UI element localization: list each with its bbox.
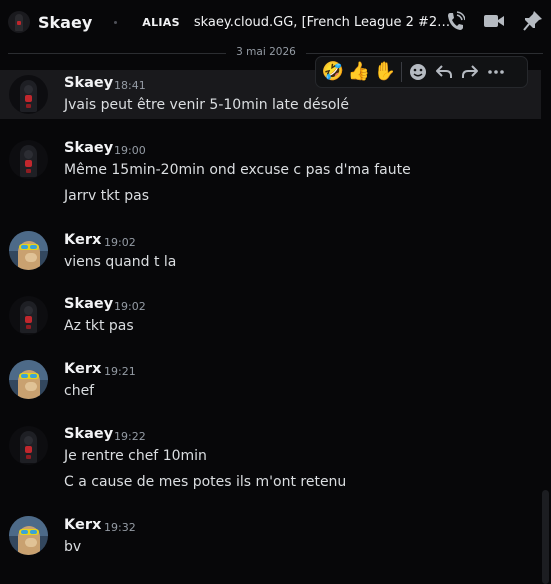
message-timestamp: 18:41 <box>114 79 146 92</box>
toolbar-divider <box>401 62 402 82</box>
avatar[interactable] <box>9 360 48 399</box>
message-author[interactable]: Kerx <box>64 517 101 533</box>
message-group[interactable]: Skaey 19:02 Az tkt pas <box>0 291 541 340</box>
call-icon[interactable] <box>445 10 465 32</box>
forward-icon[interactable] <box>457 59 483 85</box>
message-timestamp: 19:21 <box>104 365 136 378</box>
message-text: viens quand t la <box>64 254 177 270</box>
avatar[interactable] <box>9 426 48 465</box>
avatar[interactable] <box>9 231 48 270</box>
pin-icon[interactable] <box>523 10 543 32</box>
avatar[interactable] <box>9 296 48 335</box>
message-author[interactable]: Skaey <box>64 75 113 91</box>
alias-label: ALIAS <box>142 15 180 29</box>
message-group[interactable]: Kerx 19:21 chef <box>0 356 541 405</box>
video-icon[interactable] <box>483 10 505 32</box>
message-text: chef <box>64 383 95 399</box>
avatar[interactable] <box>9 516 48 555</box>
add-reaction-icon[interactable] <box>405 59 431 85</box>
message-timestamp: 19:02 <box>104 236 136 249</box>
message-text: Jarrv tkt pas <box>64 188 150 204</box>
avatar[interactable] <box>9 140 48 179</box>
message-timestamp: 19:00 <box>114 144 146 157</box>
reaction-thumbsup-button[interactable]: 👍 <box>346 59 372 85</box>
reaction-rofl-button[interactable]: 🤣 <box>320 59 346 85</box>
separator-dot <box>114 20 118 24</box>
channel-header: Skaey ALIAS skaey.cloud.GG, [French Leag… <box>0 0 551 44</box>
header-avatar[interactable] <box>8 11 30 33</box>
message-timestamp: 19:22 <box>114 430 146 443</box>
date-divider-label: 3 mai 2026 <box>236 46 296 58</box>
message-text: Même 15min-20min ond excuse c pas d'ma f… <box>64 162 411 178</box>
scrollbar[interactable] <box>542 490 549 584</box>
message-author[interactable]: Skaey <box>64 140 113 156</box>
message-group[interactable]: Kerx 19:32 bv <box>0 512 541 561</box>
message-author[interactable]: Skaey <box>64 426 113 442</box>
message-timestamp: 19:02 <box>114 300 146 313</box>
message-text: Jvais peut être venir 5-10min late désol… <box>64 97 349 113</box>
message-action-toolbar: 🤣 👍 ✋ <box>315 56 528 88</box>
message-text: Az tkt pas <box>64 318 134 334</box>
message-group[interactable]: Skaey 19:22 Je rentre chef 10min C a cau… <box>0 421 541 496</box>
message-text: Je rentre chef 10min <box>64 448 207 464</box>
reaction-hand-button[interactable]: ✋ <box>372 59 398 85</box>
avatar[interactable] <box>9 75 48 114</box>
message-timestamp: 19:32 <box>104 521 136 534</box>
alias-value: skaey.cloud.GG, [French League 2 #2] SKA… <box>193 14 454 30</box>
reply-icon[interactable] <box>431 59 457 85</box>
message-group[interactable]: Kerx 19:02 viens quand t la <box>0 227 541 276</box>
message-author[interactable]: Kerx <box>64 361 101 377</box>
message-author[interactable]: Kerx <box>64 232 101 248</box>
message-text: C a cause de mes potes ils m'ont retenu <box>64 474 347 490</box>
message-author[interactable]: Skaey <box>64 296 113 312</box>
header-username[interactable]: Skaey <box>38 13 92 32</box>
more-icon[interactable] <box>483 59 509 85</box>
message-text: bv <box>64 539 82 555</box>
message-group[interactable]: Skaey 19:00 Même 15min-20min ond excuse … <box>0 135 541 210</box>
